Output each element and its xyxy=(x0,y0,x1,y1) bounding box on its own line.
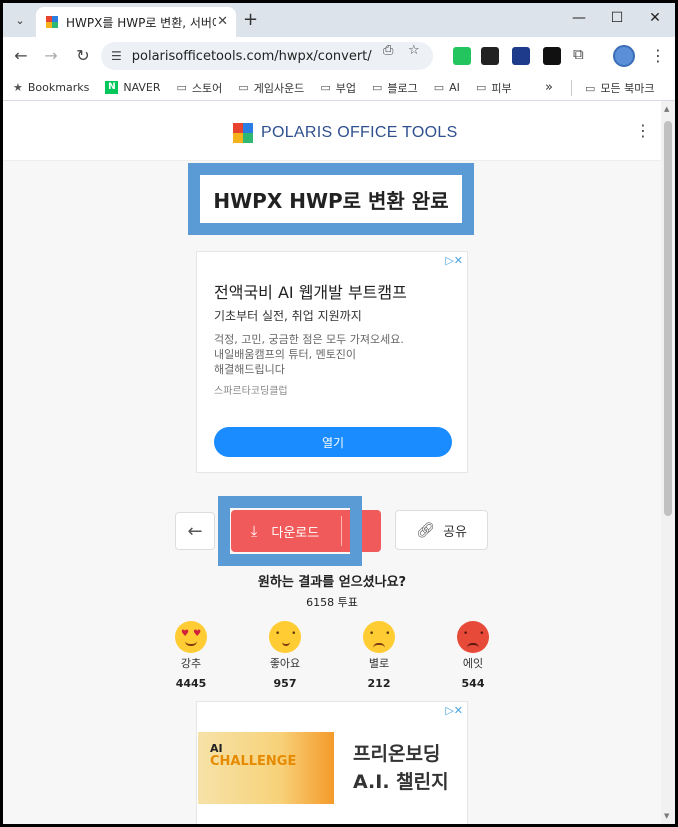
tab-title: HWPX를 HWP로 변환, 서버에 xyxy=(66,15,216,30)
all-bookmarks-button[interactable]: ▭ 모든 북마크 xyxy=(585,80,655,96)
link-icon: 🔗︎ xyxy=(416,521,436,539)
ad-open-button[interactable]: 열기 xyxy=(214,427,452,457)
folder-icon: ▭ xyxy=(320,81,331,94)
chevron-down-icon: ⌄ xyxy=(15,13,25,27)
ad-image: AI CHALLENGE xyxy=(198,732,334,804)
site-header: POLARIS OFFICE TOOLS ⋮ xyxy=(3,101,661,161)
bookmark-side-job[interactable]: ▭ 부업 xyxy=(320,80,356,96)
profile-avatar[interactable] xyxy=(613,45,635,67)
bookmarks-bar: ★ Bookmarks N NAVER ▭ 스토어 ▭ 게임사운드 ▭ 부업 ▭ 블로그 ▭… xyxy=(3,75,675,101)
maximize-icon[interactable]: ☐ xyxy=(607,10,627,26)
polaris-logo-icon xyxy=(233,123,253,143)
extension-3-icon[interactable] xyxy=(512,47,530,65)
extension-2-icon[interactable] xyxy=(481,47,499,65)
page-scrollbar[interactable]: ▲ ▼ xyxy=(661,101,675,824)
scroll-down-icon[interactable]: ▼ xyxy=(664,812,669,820)
reaction-like[interactable]: • • 좋아요 957 xyxy=(255,621,315,690)
vote-count: 6158 투표 xyxy=(306,596,358,609)
logo-text: POLARIS OFFICE TOOLS xyxy=(261,124,458,141)
back-button[interactable]: ← xyxy=(175,512,215,550)
site-menu-icon[interactable]: ⋮ xyxy=(635,121,651,140)
minimize-icon[interactable]: — xyxy=(569,10,589,26)
extension-4-icon[interactable] xyxy=(543,47,561,65)
ad-subhead: 기초부터 실전, 취업 지원까지 xyxy=(214,309,362,323)
naver-icon: N xyxy=(105,81,119,94)
arrow-left-icon: ← xyxy=(187,520,203,542)
bookmarks-divider xyxy=(571,80,572,96)
extension-1-icon[interactable] xyxy=(453,47,471,65)
ad-body: 걱정, 고민, 궁금한 점은 모두 가져오세요. 내일배움캠프의 튜터, 멘토진… xyxy=(214,333,404,376)
thinking-face-icon: • • xyxy=(269,621,301,653)
site-info-icon[interactable]: ☰ xyxy=(111,49,122,63)
reaction-love[interactable]: ♥♥ 강추 4445 xyxy=(161,621,221,690)
bookmark-naver[interactable]: N NAVER xyxy=(105,81,161,94)
forward-arrow-icon[interactable]: → xyxy=(41,46,61,65)
bookmarks-overflow-button[interactable]: » xyxy=(545,80,553,95)
bookmark-game-sound[interactable]: ▭ 게임사운드 xyxy=(238,80,304,96)
tab-active[interactable]: HWPX를 HWP로 변환, 서버에 ✕ xyxy=(36,7,236,37)
tab-search-button[interactable]: ⌄ xyxy=(8,8,32,32)
tab-strip: ⌄ HWPX를 HWP로 변환, 서버에 ✕ + — ☐ ✕ xyxy=(3,3,675,37)
ad-choices-icon[interactable]: ▷✕ xyxy=(445,254,463,267)
bookmark-ai[interactable]: ▭ AI xyxy=(434,81,460,94)
ad-headline: 전액국비 AI 웹개발 부트캠프 xyxy=(214,283,407,302)
page-title-highlight: HWPX HWP로 변환 완료 xyxy=(188,163,474,235)
sad-face-icon: • • xyxy=(363,621,395,653)
download-highlight xyxy=(218,496,362,566)
bookmark-skin[interactable]: ▭ 피부 xyxy=(476,80,512,96)
folder-icon: ▭ xyxy=(433,81,445,94)
close-icon[interactable]: ✕ xyxy=(217,14,228,29)
heart-eyes-face-icon: ♥♥ xyxy=(175,621,207,653)
share-label: 공유 xyxy=(443,524,467,540)
share-button[interactable]: 🔗︎ 공유 xyxy=(395,510,488,550)
folder-icon: ▭ xyxy=(238,81,249,94)
new-tab-button[interactable]: + xyxy=(243,9,258,30)
browser-menu-icon[interactable]: ⋮ xyxy=(650,46,666,65)
reaction-meh[interactable]: • • 별로 212 xyxy=(349,621,409,690)
folder-icon: ▭ xyxy=(176,81,187,94)
page-title: HWPX HWP로 변환 완료 xyxy=(213,188,449,213)
ad-sponsor: 스파르타코딩클럽 xyxy=(214,386,288,397)
ad-2-headline: 프리온보딩 A.I. 챌린지 xyxy=(353,743,449,793)
browser-window: ⌄ HWPX를 HWP로 변환, 서버에 ✕ + — ☐ ✕ ← → ↻ ☰ p… xyxy=(3,3,675,824)
bookmark-store[interactable]: ▭ 스토어 xyxy=(177,80,223,96)
reaction-angry[interactable]: • • 에잇 544 xyxy=(443,621,503,690)
reload-icon[interactable]: ↻ xyxy=(73,46,93,65)
star-icon: ★ xyxy=(13,81,23,94)
bookmark-bookmarks[interactable]: ★ Bookmarks xyxy=(13,81,89,94)
install-icon[interactable]: ⎙ xyxy=(383,43,393,58)
angry-face-icon: • • xyxy=(457,621,489,653)
scroll-up-icon[interactable]: ▲ xyxy=(664,105,669,113)
bookmark-blog[interactable]: ▭ 블로그 xyxy=(372,80,418,96)
extensions-puzzle-icon[interactable]: ⧉ xyxy=(573,45,584,63)
url-text: polarisofficetools.com/hwpx/convert/hwp/… xyxy=(131,48,372,64)
folder-icon: ▭ xyxy=(475,81,487,94)
polaris-favicon-icon xyxy=(46,16,58,28)
back-arrow-icon[interactable]: ← xyxy=(11,46,31,65)
folder-icon: ▭ xyxy=(371,81,383,94)
close-window-icon[interactable]: ✕ xyxy=(645,10,665,26)
bookmark-star-icon[interactable]: ☆ xyxy=(408,43,420,58)
ad-choices-icon[interactable]: ▷✕ xyxy=(445,704,463,717)
folder-icon: ▭ xyxy=(585,81,596,95)
browser-toolbar: ← → ↻ ☰ polarisofficetools.com/hwpx/conv… xyxy=(3,37,675,75)
scrollbar-thumb[interactable] xyxy=(664,121,672,516)
ad-banner[interactable]: ▷✕ 전액국비 AI 웹개발 부트캠프 기초부터 실전, 취업 지원까지 걱정,… xyxy=(196,251,468,473)
page-content: POLARIS OFFICE TOOLS ⋮ 변환 파일이 HWPX HWP로 … xyxy=(3,101,661,824)
ad-banner-2[interactable]: ▷✕ AI CHALLENGE 프리온보딩 A.I. 챌린지 xyxy=(196,701,468,824)
feedback-question: 원하는 결과를 얻으셨나요? xyxy=(257,575,407,590)
site-logo[interactable]: POLARIS OFFICE TOOLS xyxy=(233,123,458,143)
